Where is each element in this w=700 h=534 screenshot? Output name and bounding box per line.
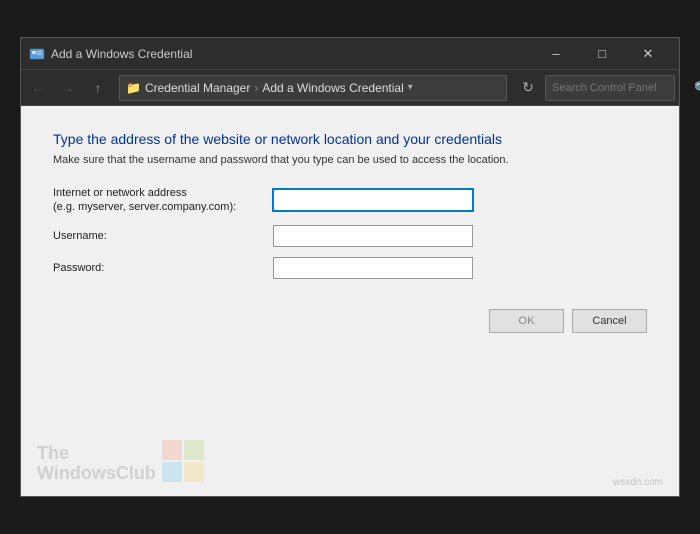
username-label: Username:	[53, 229, 273, 243]
watermark-logo	[162, 440, 204, 482]
breadcrumb-dropdown-icon[interactable]: ▾	[408, 82, 413, 93]
breadcrumb-folder-icon: 📁	[126, 81, 141, 95]
password-row: Password:	[53, 257, 647, 279]
maximize-button[interactable]: □	[579, 38, 625, 70]
title-bar-text: Add a Windows Credential	[51, 47, 533, 61]
password-label: Password:	[53, 261, 273, 275]
page-title: Type the address of the website or netwo…	[53, 130, 647, 148]
refresh-button[interactable]: ↻	[515, 75, 541, 101]
main-content: Type the address of the website or netwo…	[21, 106, 679, 496]
up-button[interactable]: ↑	[85, 75, 111, 101]
breadcrumb-separator: ›	[254, 81, 258, 95]
address-label: Internet or network address(e.g. myserve…	[53, 186, 273, 215]
cancel-button[interactable]: Cancel	[572, 309, 647, 333]
title-bar: Add a Windows Credential – □ ✕	[21, 38, 679, 70]
breadcrumb-bar: 📁 Credential Manager › Add a Windows Cre…	[119, 75, 507, 101]
search-icon: 🔍	[694, 81, 700, 95]
address-input[interactable]	[273, 189, 473, 211]
form-section: Internet or network address(e.g. myserve…	[53, 186, 647, 279]
watermark-line2: WindowsClub	[37, 464, 156, 484]
site-watermark: wsxdn.com	[613, 477, 663, 488]
breadcrumb-part-1[interactable]: Credential Manager	[145, 81, 250, 95]
back-button[interactable]: ←	[25, 75, 51, 101]
forward-button[interactable]: →	[55, 75, 81, 101]
close-button[interactable]: ✕	[625, 38, 671, 70]
address-row: Internet or network address(e.g. myserve…	[53, 186, 647, 215]
window: Add a Windows Credential – □ ✕ ← → ↑ 📁 C…	[20, 37, 680, 497]
nav-bar: ← → ↑ 📁 Credential Manager › Add a Windo…	[21, 70, 679, 106]
title-bar-controls: – □ ✕	[533, 38, 671, 70]
page-subtitle: Make sure that the username and password…	[53, 154, 647, 166]
watermark-line1: The	[37, 444, 156, 464]
window-icon	[29, 46, 45, 62]
minimize-button[interactable]: –	[533, 38, 579, 70]
password-input[interactable]	[273, 257, 473, 279]
username-input[interactable]	[273, 225, 473, 247]
search-input[interactable]	[552, 82, 694, 94]
watermark-area: The WindowsClub	[21, 406, 679, 496]
search-bar: 🔍	[545, 75, 675, 101]
button-row: OK Cancel	[53, 309, 647, 333]
ok-button[interactable]: OK	[489, 309, 564, 333]
breadcrumb-part-2: Add a Windows Credential	[262, 81, 403, 95]
username-row: Username:	[53, 225, 647, 247]
